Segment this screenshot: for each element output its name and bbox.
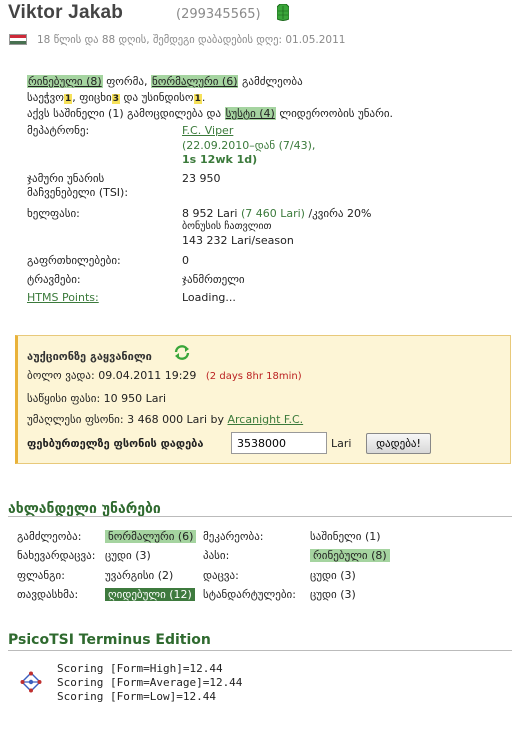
highest-bid-value: 3 468 000 Lari by bbox=[127, 413, 224, 426]
form-word: ფორმა, bbox=[106, 75, 148, 88]
place-bid-button[interactable]: დადება! bbox=[366, 433, 431, 454]
skill-label-keeper: მეკარეობა: bbox=[203, 530, 264, 543]
skill-value-passing: რინებული (8) bbox=[310, 549, 390, 562]
tsi-label-2: მაჩვენებელი (TSI): bbox=[27, 186, 129, 199]
highest-bid-row: უმაღლესი ფსონი: 3 468 000 Lari by Arcani… bbox=[27, 413, 303, 426]
highest-bid-label: უმაღლესი ფსონი: bbox=[27, 413, 124, 426]
skill-label-playmaking: ნახევარდაცვა: bbox=[17, 549, 96, 562]
bid-amount-input[interactable] bbox=[231, 432, 327, 454]
salary-original: (7 460 Lari) bbox=[240, 207, 305, 220]
honesty-word: უსინდისო bbox=[141, 91, 194, 104]
skill-value-winger: უვარგისი (2) bbox=[105, 569, 174, 582]
age-birthday-text: 18 წლის და 88 დღის, შემდეგი დაბადების დღ… bbox=[37, 34, 346, 46]
skill-label-scoring: თავდასხმა: bbox=[17, 588, 79, 601]
summary-line-1: რინებული (8) ფორმა, ნორმალური (6) გამძლე… bbox=[27, 75, 303, 88]
bid-label: ფეხბურთელზე ფსონის დადება bbox=[27, 437, 204, 450]
agg-word: საეჭვო bbox=[27, 91, 64, 104]
honesty-num: 1 bbox=[193, 94, 202, 104]
htms-value: Loading... bbox=[182, 291, 236, 304]
shirt-icon bbox=[277, 4, 289, 21]
skill-value-stamina: ნორმალური (6) bbox=[105, 530, 197, 543]
skill-value-defending: ცუდი (3) bbox=[310, 569, 356, 582]
deadline-value: 09.04.2011 19:29 bbox=[98, 369, 197, 382]
salary-suffix: /კვირა 20% bbox=[308, 207, 372, 220]
skills-divider bbox=[8, 516, 512, 517]
start-price-label: საწყისი ფასი: bbox=[27, 392, 101, 405]
owner-duration: 1s 12wk 1d) bbox=[182, 153, 258, 166]
skill-label-stamina: გამძლეობა: bbox=[17, 530, 82, 543]
country-flag-icon[interactable] bbox=[9, 34, 27, 45]
deadline-remaining: (2 days 8hr 18min) bbox=[205, 371, 302, 382]
psico-score-high: Scoring [Form=High]=12.44 bbox=[57, 662, 223, 675]
htms-points-link[interactable]: HTMS Points: bbox=[27, 291, 99, 304]
warnings-label: გაფრთხილებები: bbox=[27, 254, 121, 267]
psico-title: PsicoTSI Terminus Edition bbox=[8, 632, 211, 648]
form-link[interactable]: რინებული (8) bbox=[27, 75, 103, 88]
lead-suffix: ლიდეროობის უნარი. bbox=[279, 107, 394, 120]
warnings-value: 0 bbox=[182, 254, 189, 267]
experience-link[interactable]: ნორმალური (6) bbox=[151, 75, 239, 88]
skills-title: ახლანდელი უნარები bbox=[8, 501, 161, 517]
agg-num: 1 bbox=[63, 94, 73, 104]
tsi-label-1: ჯამური უნარის bbox=[27, 172, 105, 185]
skill-label-set-pieces: სტანდარტულები: bbox=[203, 588, 296, 601]
injuries-value: ჯანმრთელი bbox=[182, 273, 245, 286]
highest-bidder-link[interactable]: Arcanight F.C. bbox=[228, 413, 304, 426]
and-word: და bbox=[123, 91, 139, 104]
player-id: (299345565) bbox=[176, 7, 261, 22]
psico-logo-icon bbox=[20, 671, 42, 693]
summary-line-2: საეჭვო1, ფიცხი3 და უსინდისო1. bbox=[27, 91, 206, 104]
start-price-value: 10 950 Lari bbox=[103, 392, 167, 405]
salary-line: 8 952 Lari (7 460 Lari) /კვირა 20% bbox=[182, 207, 371, 220]
skill-label-defending: დაცვა: bbox=[203, 569, 239, 582]
skill-value-scoring: ღიდებული (12) bbox=[105, 588, 195, 601]
owner-since: (22.09.2010–დან (7/43), bbox=[182, 139, 316, 152]
skill-value-playmaking: ცუდი (3) bbox=[105, 549, 151, 562]
experience-word: გამძლეობა bbox=[241, 75, 303, 88]
skill-value-keeper: საშინელი (1) bbox=[310, 530, 381, 543]
hon-word: ფიცხი bbox=[79, 91, 112, 104]
auction-title: აუქციონზე გაყვანილი bbox=[27, 350, 152, 363]
tsi-value: 23 950 bbox=[182, 172, 221, 185]
refresh-icon[interactable] bbox=[173, 344, 191, 360]
hon-num: 3 bbox=[111, 94, 120, 104]
skill-label-winger: ფლანგი: bbox=[17, 569, 65, 582]
psico-score-low: Scoring [Form=Low]=12.44 bbox=[57, 690, 216, 703]
salary-bonus: ბონუსის ჩათვლით bbox=[182, 221, 272, 232]
salary-season: 143 232 Lari/season bbox=[182, 234, 294, 247]
lead-prefix: აქვს საშინელი (1) გამოცდილება და bbox=[27, 107, 222, 120]
player-name: Viktor Jakab bbox=[8, 2, 124, 23]
owner-label: მეპატრონე: bbox=[27, 124, 90, 137]
owner-team-link[interactable]: F.C. Viper bbox=[182, 124, 233, 137]
deadline-row: ბოლო ვადა: 09.04.2011 19:29 (2 days 8hr … bbox=[27, 369, 302, 382]
leadership-link[interactable]: სუსტი (4) bbox=[224, 107, 276, 120]
psico-score-average: Scoring [Form=Average]=12.44 bbox=[57, 676, 243, 689]
skill-label-passing: პასი: bbox=[203, 549, 230, 562]
start-price-row: საწყისი ფასი: 10 950 Lari bbox=[27, 392, 166, 405]
skill-value-set-pieces: ცუდი (3) bbox=[310, 588, 356, 601]
salary-label: ხელფასი: bbox=[27, 207, 80, 220]
salary-value: 8 952 Lari bbox=[182, 207, 238, 220]
deadline-label: ბოლო ვადა: bbox=[27, 369, 95, 382]
psico-divider bbox=[8, 650, 512, 651]
summary-line-3: აქვს საშინელი (1) გამოცდილება და სუსტი (… bbox=[27, 107, 393, 120]
injuries-label: ტრავმები: bbox=[27, 273, 81, 286]
bid-currency: Lari bbox=[331, 437, 352, 450]
